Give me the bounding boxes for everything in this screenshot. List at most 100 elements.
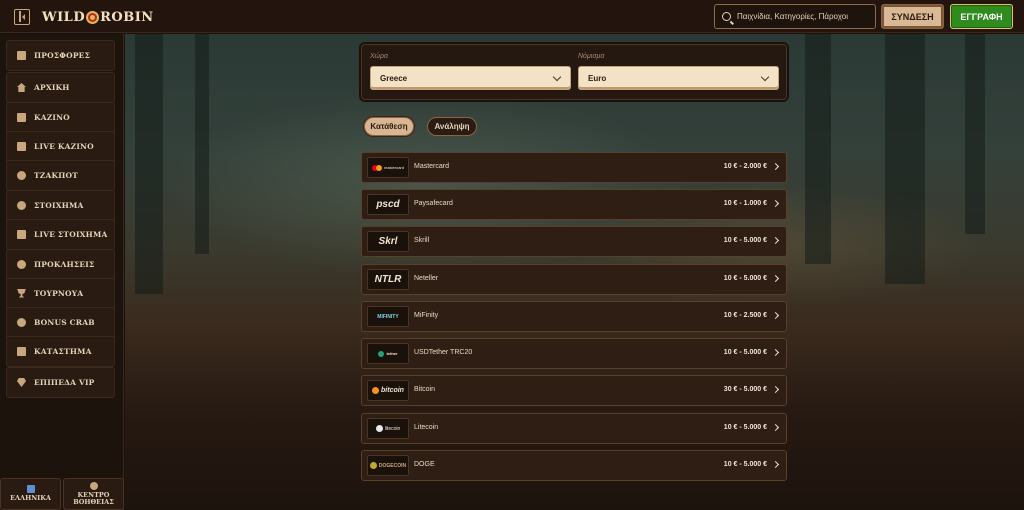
login-button[interactable]: ΣΥΝΔΕΣΗ [881, 4, 944, 29]
payment-row-usdtether[interactable]: tether USDTether TRC20 10 € - 5.000 € [361, 338, 787, 369]
target-icon [17, 259, 26, 269]
sidebar-item-casino[interactable]: ΚΑΖΙΝΟ [7, 103, 114, 132]
sidebar-item-label: ΠΡΟΚΛΗΣΕΙΣ [34, 259, 95, 269]
filter-panel: Χώρα Greece Νόμισμα Euro [361, 44, 787, 100]
sidebar-item-label: ΤΖΑΚΠΟΤ [34, 171, 78, 180]
sidebar-item-label: ΑΡΧΙΚΗ [34, 83, 70, 92]
sidebar-item-shop[interactable]: ΚΑΤΑΣΤΗΜΑ [7, 337, 114, 366]
nav-group-casino: ΚΑΖΙΝΟ LIVE ΚΑΖΙΝΟ ΤΖΑΚΠΟΤ [6, 102, 115, 191]
mastercard-logo: mastercard [367, 157, 409, 178]
tree-silhouette [965, 34, 985, 234]
tree-silhouette [805, 34, 831, 264]
payment-range: 10 € - 5.000 € [723, 237, 767, 244]
tether-logo: tether [367, 343, 409, 364]
payment-row-mifinity[interactable]: MIFINITY MiFinity 10 € - 2.500 € [361, 301, 787, 332]
chevron-right-icon [771, 460, 780, 469]
litecoin-logo: litecoin [367, 418, 409, 439]
payment-range: 10 € - 1.000 € [723, 200, 767, 207]
sidebar-item-label: ΣΤΟΙΧΗΜΑ [34, 200, 84, 210]
search-placeholder: Παιχνίδια, Κατηγορίες, Πάροχοι [737, 12, 848, 21]
ball-icon [17, 200, 26, 210]
shop-bag-icon [17, 347, 26, 356]
dogecoin-icon [369, 462, 377, 469]
flag-icon [26, 485, 35, 494]
payment-row-doge[interactable]: DOGECOIN DOGE 10 € - 5.000 € [361, 450, 787, 481]
sidebar-item-home[interactable]: ΑΡΧΙΚΗ [7, 73, 114, 102]
sidebar-item-vip[interactable]: ΕΠΙΠΕΔΑ VIP [7, 368, 114, 397]
logo-text-left: WILD [42, 9, 86, 25]
help-label-line2: ΒΟΗΘΕΙΑΣ [73, 498, 114, 506]
payment-name: Paysafecard [414, 200, 453, 207]
site-logo[interactable]: WILD ROBIN [42, 7, 154, 27]
sidebar-item-sports[interactable]: ΣΤΟΙΧΗΜΑ [7, 191, 114, 220]
sidebar-item-label: BONUS CRAB [34, 317, 95, 327]
payment-name: DOGE [414, 461, 435, 468]
payment-name: Mastercard [414, 163, 450, 170]
tether-icon [378, 350, 385, 357]
sidebar-item-promotions[interactable]: ΠΡΟΣΦΟΡΕΣ [7, 41, 114, 70]
skrill-logo: Skrl [367, 231, 409, 252]
payment-row-bitcoin[interactable]: bitcoin Bitcoin 30 € - 5.000 € [361, 375, 787, 406]
register-button[interactable]: ΕΓΓΡΑΦΗ [950, 4, 1013, 29]
help-icon [89, 481, 98, 490]
payment-row-neteller[interactable]: NTLR Neteller 10 € - 5.000 € [361, 264, 787, 295]
payment-name: USDTether TRC20 [414, 349, 473, 356]
chevron-right-icon [771, 199, 780, 208]
mifinity-logo: MIFINITY [367, 306, 409, 327]
sidebar-item-label: ΤΟΥΡΝΟΥΑ [34, 288, 84, 298]
chevron-right-icon [771, 236, 780, 245]
search-icon [722, 12, 731, 21]
language-label: ΕΛΛΗΝΙΚΑ [10, 494, 51, 503]
live-icon [17, 230, 26, 239]
sidebar-item-label: LIVE ΣΤΟΙΧΗΜΑ [34, 230, 108, 239]
sidebar-item-label: ΠΡΟΣΦΟΡΕΣ [34, 51, 91, 60]
sidebar-item-live-casino[interactable]: LIVE ΚΑΖΙΝΟ [7, 132, 114, 161]
chevron-right-icon [771, 423, 780, 432]
sidebar-item-label: LIVE ΚΑΖΙΝΟ [34, 141, 94, 151]
help-center-button[interactable]: ΚΕΝΤΡΟ ΒΟΗΘΕΙΑΣ [63, 478, 124, 510]
mastercard-circles-icon [375, 164, 382, 171]
payment-name: Skrill [414, 237, 430, 244]
sidebar-item-live-sports[interactable]: LIVE ΣΤΟΙΧΗΜΑ [7, 220, 114, 249]
sidebar-item-challenges[interactable]: ΠΡΟΚΛΗΣΕΙΣ [7, 250, 114, 279]
litecoin-icon [375, 425, 383, 432]
payment-range: 10 € - 5.000 € [723, 349, 767, 356]
sidebar-item-tournaments[interactable]: ΤΟΥΡΝΟΥΑ [7, 279, 114, 308]
cards-icon [17, 141, 26, 151]
slot-machine-icon [17, 112, 26, 122]
chevron-down-icon [760, 72, 770, 82]
payment-range: 10 € - 5.000 € [723, 275, 767, 282]
language-button[interactable]: ΕΛΛΗΝΙΚΑ [0, 478, 61, 510]
paysafecard-logo: pscd [367, 194, 409, 215]
country-value: Greece [380, 73, 408, 83]
sidebar-item-label: ΚΑΖΙΝΟ [34, 112, 70, 122]
sidebar-item-jackpot[interactable]: ΤΖΑΚΠΟΤ [7, 161, 114, 190]
payment-row-paysafecard[interactable]: pscd Paysafecard 10 € - 1.000 € [361, 189, 787, 220]
payment-name: Bitcoin [414, 386, 436, 393]
country-select[interactable]: Greece [370, 66, 571, 90]
house-icon [17, 83, 26, 92]
chevron-right-icon [771, 311, 780, 320]
currency-label: Νόμισμα [578, 53, 605, 60]
payment-row-litecoin[interactable]: litecoin Litecoin 10 € - 5.000 € [361, 413, 787, 444]
sidebar-item-label: ΕΠΙΠΕΔΑ VIP [34, 378, 95, 387]
chevron-right-icon [771, 274, 780, 283]
currency-select[interactable]: Euro [578, 66, 779, 90]
menu-toggle-icon[interactable] [14, 9, 30, 25]
chevron-down-icon [552, 72, 562, 82]
tab-deposit[interactable]: Κατάθεση [364, 117, 414, 136]
chevron-right-icon [771, 162, 780, 171]
diamond-icon [17, 378, 26, 387]
search-input[interactable]: Παιχνίδια, Κατηγορίες, Πάροχοι [714, 4, 876, 29]
neteller-logo: NTLR [367, 269, 409, 290]
payment-range: 10 € - 2.000 € [723, 163, 767, 170]
payment-name: MiFinity [414, 312, 439, 319]
tab-withdraw[interactable]: Ανάληψη [427, 117, 477, 136]
payment-row-mastercard[interactable]: mastercard Mastercard 10 € - 2.000 € [361, 152, 787, 183]
dogecoin-logo: DOGECOIN [367, 455, 409, 476]
sidebar-item-bonus-crab[interactable]: BONUS CRAB [7, 308, 114, 337]
gift-icon [17, 51, 26, 60]
currency-value: Euro [588, 73, 607, 83]
payment-range: 10 € - 2.500 € [723, 312, 767, 319]
payment-row-skrill[interactable]: Skrl Skrill 10 € - 5.000 € [361, 226, 787, 257]
